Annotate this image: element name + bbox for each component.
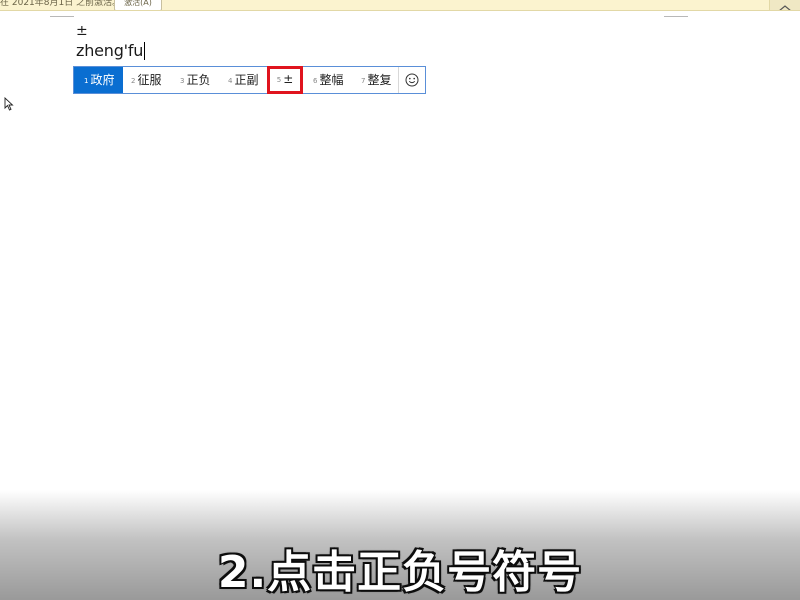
ime-candidate-bar: 1 政府 2 征服 3 正负 4 正副 5 ± 6 整幅 7 整复 bbox=[73, 66, 426, 94]
ime-candidate-1[interactable]: 1 政府 bbox=[74, 67, 123, 93]
tutorial-caption: 2.点击正负号符号 bbox=[217, 546, 583, 599]
candidate-number: 7 bbox=[361, 77, 366, 85]
activation-notification-bar: 在 2021年8月1日 之前激活。 激活(A) bbox=[0, 0, 800, 11]
ime-candidate-3[interactable]: 3 正负 bbox=[170, 67, 218, 93]
collapse-ribbon-button[interactable] bbox=[769, 0, 800, 10]
ime-composition-text: zheng'fu bbox=[76, 41, 144, 60]
page-margin-marker-left bbox=[50, 16, 74, 17]
candidate-number: 3 bbox=[180, 77, 185, 85]
ime-candidate-4[interactable]: 4 正副 bbox=[218, 67, 267, 93]
candidate-number: 5 bbox=[276, 76, 282, 84]
candidate-text: 征服 bbox=[137, 73, 162, 87]
candidate-number: 4 bbox=[228, 77, 233, 85]
activation-notice-text: 在 2021年8月1日 之前激活。 bbox=[0, 0, 122, 8]
chevron-up-icon bbox=[779, 5, 791, 10]
ime-candidate-2[interactable]: 2 征服 bbox=[123, 67, 170, 93]
candidate-text: 整复 bbox=[367, 73, 392, 87]
emoji-button[interactable] bbox=[398, 67, 425, 93]
candidate-text: 整幅 bbox=[319, 73, 344, 87]
document-line-input[interactable]: zheng'fu bbox=[76, 41, 146, 60]
smiley-icon bbox=[405, 73, 419, 87]
text-cursor bbox=[144, 42, 146, 60]
mouse-pointer-icon bbox=[4, 96, 14, 115]
candidate-text: ± bbox=[283, 72, 294, 86]
candidate-number: 1 bbox=[84, 77, 89, 85]
ime-candidate-7[interactable]: 7 整复 bbox=[357, 67, 399, 93]
candidate-text: 政府 bbox=[90, 73, 115, 87]
ime-candidate-6[interactable]: 6 整幅 bbox=[307, 67, 357, 93]
candidate-text: 正负 bbox=[186, 73, 211, 87]
candidate-number: 6 bbox=[313, 77, 318, 85]
activate-button[interactable]: 激活(A) bbox=[114, 0, 162, 10]
candidate-text: 正副 bbox=[234, 73, 259, 87]
ime-candidate-5-plus-minus[interactable]: 5 ± bbox=[267, 66, 303, 94]
page-margin-marker-right bbox=[664, 16, 688, 17]
candidate-number: 2 bbox=[131, 77, 136, 85]
document-line-symbol: ± bbox=[76, 23, 88, 39]
